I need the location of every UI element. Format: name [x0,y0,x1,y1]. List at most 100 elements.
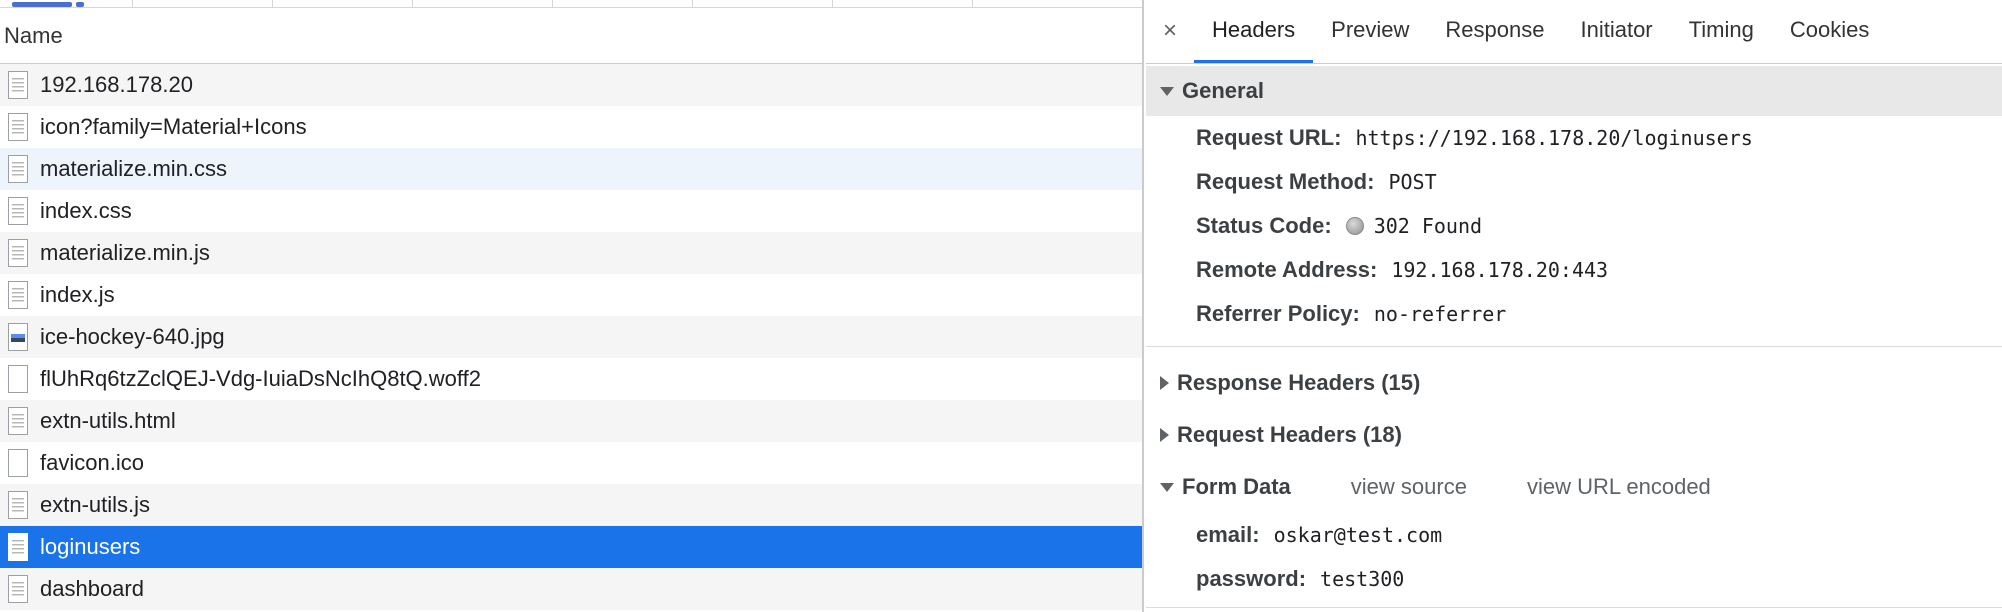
triangle-right-icon [1160,428,1169,442]
referrer-policy-key: Referrer Policy: [1196,301,1360,326]
request-row[interactable]: ice-hockey-640.jpg [0,316,1142,358]
request-row[interactable]: extn-utils.html [0,400,1142,442]
tab-cookies[interactable]: Cookies [1772,0,1887,63]
form-email-row: email: oskar@test.com [1196,513,2002,557]
overview-tick [552,0,553,8]
tab-preview[interactable]: Preview [1313,0,1427,63]
remote-address-row: Remote Address: 192.168.178.20:443 [1196,248,2002,292]
request-name: dashboard [40,576,144,601]
devtools-network-panel: Name 192.168.178.20 icon?family=Material+… [0,0,2002,612]
request-name: 192.168.178.20 [40,72,193,97]
image-icon [8,323,28,351]
details-tab-bar: × Headers Preview Response Initiator Tim… [1146,0,2002,64]
request-name: materialize.min.css [40,156,228,181]
response-headers-toggle[interactable]: Response Headers (15) [1146,357,2002,409]
document-icon [8,113,28,141]
document-icon [8,281,28,309]
request-row[interactable]: materialize.min.js [0,232,1142,274]
request-name: extn-utils.html [40,408,176,433]
request-name: extn-utils.js [40,492,151,517]
general-section-toggle[interactable]: General [1146,66,2002,116]
request-url-key: Request URL: [1196,125,1342,150]
request-headers-title: Request Headers (18) [1177,422,1402,447]
status-code-row: Status Code: 302 Found [1196,204,2002,248]
name-column-label: Name [4,22,63,48]
request-row[interactable]: flUhRq6tzZclQEJ-Vdg-IuiaDsNcIhQ8tQ.woff2 [0,358,1142,400]
general-fields: Request URL: https://192.168.178.20/logi… [1146,116,2002,336]
request-headers-toggle[interactable]: Request Headers (18) [1146,409,2002,461]
request-url-row: Request URL: https://192.168.178.20/logi… [1196,116,2002,160]
request-row[interactable]: dashboard [0,568,1142,610]
remote-address-key: Remote Address: [1196,257,1378,282]
request-list: 192.168.178.20 icon?family=Material+Icons… [0,64,1142,610]
overview-tick [972,0,973,8]
request-method-key: Request Method: [1196,169,1375,194]
request-row[interactable]: icon?family=Material+Icons [0,106,1142,148]
form-password-row: password: test300 [1196,557,2002,601]
referrer-policy-value: no-referrer [1373,302,1507,326]
status-code-key: Status Code: [1196,213,1332,238]
request-row[interactable]: 192.168.178.20 [0,64,1142,106]
overview-tick [412,0,413,8]
request-name: flUhRq6tzZclQEJ-Vdg-IuiaDsNcIhQ8tQ.woff2 [40,366,481,391]
name-column-header[interactable]: Name [0,8,1142,64]
blank-file-icon [8,449,28,477]
status-dot-icon [1345,217,1364,235]
remote-address-value: 192.168.178.20:443 [1391,258,1609,282]
request-row[interactable]: index.css [0,190,1142,232]
document-icon [8,197,28,225]
request-method-row: Request Method: POST [1196,160,2002,204]
request-row[interactable]: favicon.ico [0,442,1142,484]
form-data-toggle[interactable]: Form Data view source view URL encoded [1146,461,2002,513]
blank-file-icon [8,365,28,393]
overview-tick [272,0,273,8]
request-url-value: https://192.168.178.20/loginusers [1355,126,1753,150]
document-icon [8,533,28,561]
request-name: loginusers [40,534,141,559]
triangle-right-icon [1160,376,1169,390]
request-name: icon?family=Material+Icons [40,114,307,139]
overview-bar [76,2,84,7]
form-email-key: email: [1196,522,1260,547]
document-icon [8,575,28,603]
document-icon [8,491,28,519]
form-password-value: test300 [1320,567,1405,591]
section-divider [1146,607,2002,608]
form-data-title: Form Data [1182,474,1291,499]
request-name: favicon.ico [40,450,144,475]
request-method-value: POST [1388,170,1437,194]
section-divider [1146,346,2002,347]
triangle-down-icon [1160,86,1174,96]
tab-initiator[interactable]: Initiator [1562,0,1670,63]
form-email-value: oskar@test.com [1273,523,1443,547]
view-url-encoded-link[interactable]: view URL encoded [1527,474,1711,500]
tab-timing[interactable]: Timing [1671,0,1772,63]
request-row[interactable]: materialize.min.css [0,148,1142,190]
request-name: index.css [40,198,132,223]
request-name: index.js [40,282,115,307]
request-details-pane: × Headers Preview Response Initiator Tim… [1146,0,2002,612]
document-icon [8,407,28,435]
close-icon[interactable]: × [1146,0,1194,63]
request-row[interactable]: index.js [0,274,1142,316]
form-data-fields: email: oskar@test.com password: test300 [1146,513,2002,601]
triangle-down-icon [1160,482,1174,492]
status-code-value: 302 Found [1373,214,1483,238]
document-icon [8,155,28,183]
request-name: materialize.min.js [40,240,210,265]
response-headers-title: Response Headers (15) [1177,370,1421,395]
view-source-link[interactable]: view source [1351,474,1467,500]
tab-headers[interactable]: Headers [1194,0,1314,63]
request-row[interactable]: extn-utils.js [0,484,1142,526]
overview-tick [832,0,833,8]
form-password-key: password: [1196,566,1307,591]
tab-response[interactable]: Response [1427,0,1562,63]
document-icon [8,71,28,99]
overview-tick [132,0,133,8]
request-name: ice-hockey-640.jpg [40,324,225,349]
request-list-pane: Name 192.168.178.20 icon?family=Material+… [0,0,1144,612]
document-icon [8,239,28,267]
request-row[interactable]: loginusers [0,526,1142,568]
waterfall-overview-strip [0,0,1142,8]
overview-bar [12,2,72,7]
